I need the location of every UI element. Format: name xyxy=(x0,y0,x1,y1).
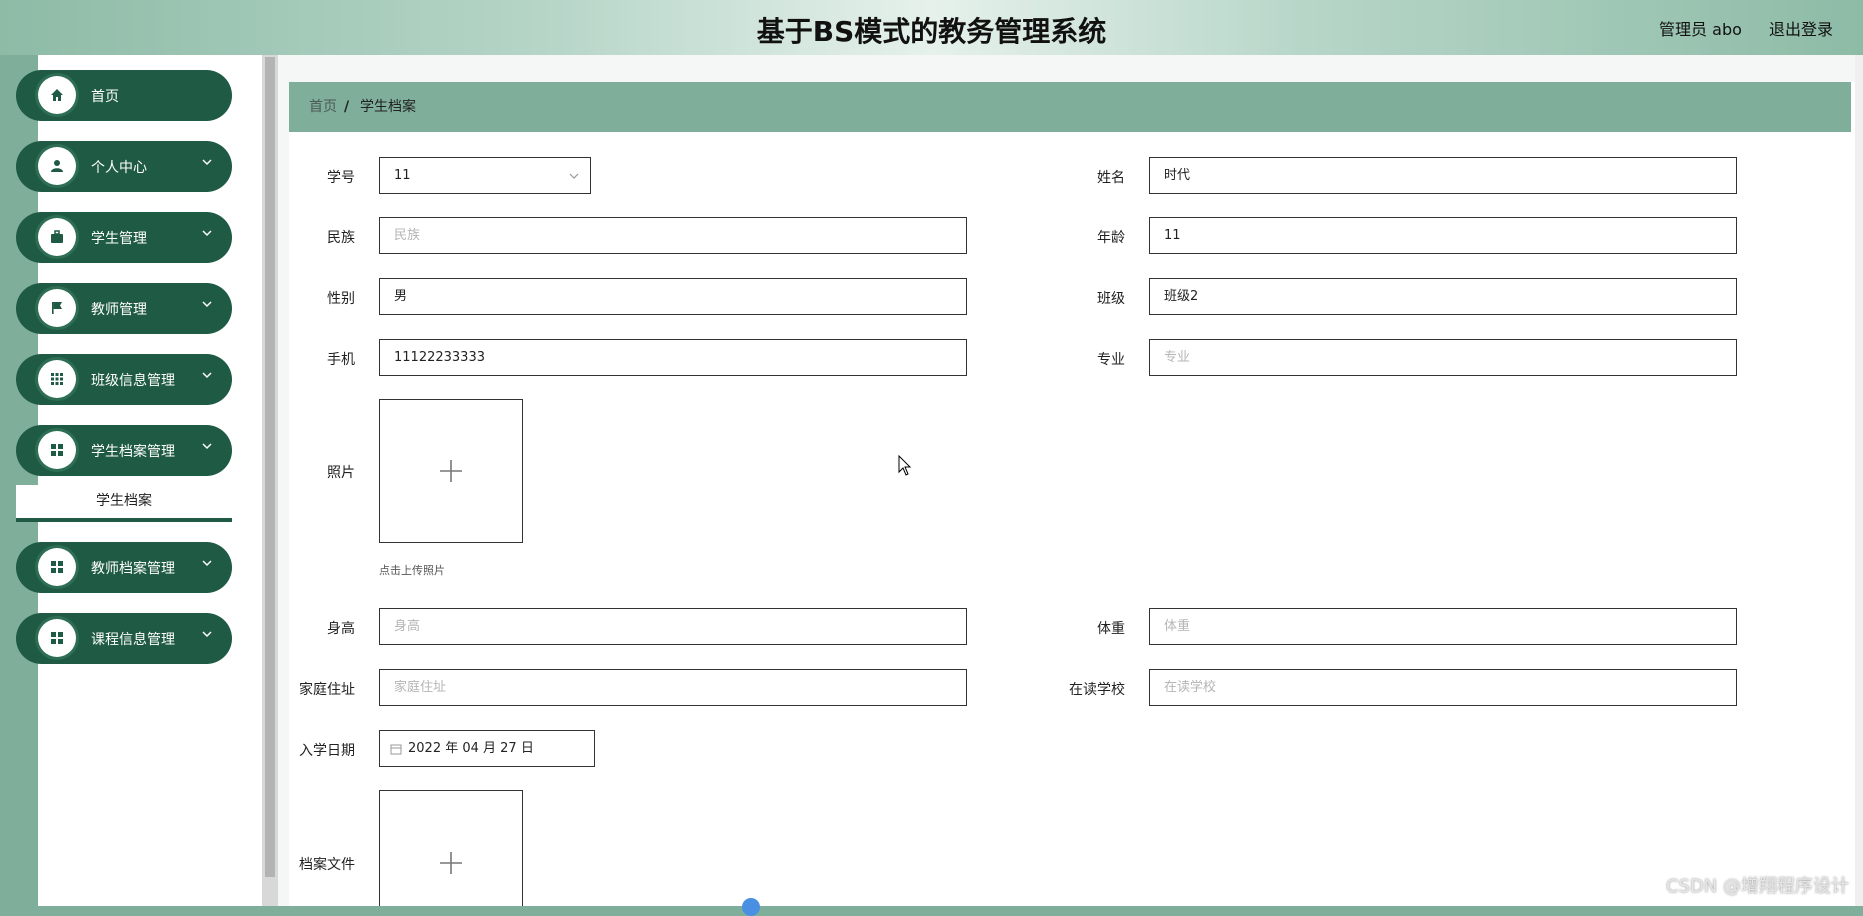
chevron-down-icon xyxy=(202,230,212,237)
chevron-down-icon xyxy=(202,301,212,308)
name-field[interactable] xyxy=(1149,157,1737,194)
sidebar-item-label: 班级信息管理 xyxy=(91,373,175,389)
current-user-label: 管理员 abo xyxy=(1659,20,1742,39)
app-title: 基于BS模式的教务管理系统 xyxy=(756,15,1107,48)
major-label: 专业 xyxy=(1097,352,1125,368)
student-id-value: 11 xyxy=(394,168,411,183)
sidebar-item-label: 学生档案管理 xyxy=(91,444,175,460)
age-label: 年龄 xyxy=(1097,230,1125,246)
enroll-date-picker[interactable]: 2022 年 04 月 27 日 xyxy=(379,730,595,767)
sidebar-item-class-info-management[interactable]: 班级信息管理 xyxy=(16,354,232,405)
class-input[interactable] xyxy=(1164,287,1736,302)
submenu-item-student-archive[interactable]: 学生档案 xyxy=(16,485,232,522)
age-field[interactable] xyxy=(1149,217,1737,254)
height-input[interactable] xyxy=(394,619,966,634)
school-label: 在读学校 xyxy=(1069,682,1125,698)
content-panel: 首页 / 学生档案 学号 11 姓名 民族 年龄 性别 班级 xyxy=(289,82,1857,906)
gender-field[interactable] xyxy=(379,278,967,315)
weight-label: 体重 xyxy=(1097,621,1125,637)
sidebar-item-personal-center[interactable]: 个人中心 xyxy=(16,141,232,192)
breadcrumb-separator: / xyxy=(344,99,350,115)
major-field[interactable] xyxy=(1149,339,1737,376)
weight-field[interactable] xyxy=(1149,608,1737,645)
sidebar-item-teacher-management[interactable]: 教师管理 xyxy=(16,283,232,334)
class-label: 班级 xyxy=(1097,291,1125,307)
weight-input[interactable] xyxy=(1164,619,1736,634)
photo-upload-box[interactable] xyxy=(379,399,523,543)
header-user-area: 管理员 abo 退出登录 xyxy=(1637,16,1833,40)
chevron-down-icon xyxy=(202,159,212,166)
sidebar-item-course-info-management[interactable]: 课程信息管理 xyxy=(16,613,232,664)
sidebar-item-label: 首页 xyxy=(91,89,119,105)
sidebar-item-label: 课程信息管理 xyxy=(91,632,175,648)
photo-label: 照片 xyxy=(327,465,355,481)
school-field[interactable] xyxy=(1149,669,1737,706)
page-scrollbar[interactable] xyxy=(1855,55,1863,906)
address-field[interactable] xyxy=(379,669,967,706)
student-id-label: 学号 xyxy=(327,170,355,186)
student-id-select[interactable]: 11 xyxy=(379,157,591,194)
logout-button[interactable]: 退出登录 xyxy=(1769,20,1833,39)
floating-dot-icon xyxy=(742,898,760,916)
enroll-date-label: 入学日期 xyxy=(299,743,355,759)
address-label: 家庭住址 xyxy=(299,682,355,698)
class-field[interactable] xyxy=(1149,278,1737,315)
chevron-down-icon xyxy=(202,631,212,638)
mouse-cursor-icon xyxy=(898,455,912,476)
sidebar-menu: 首页 个人中心 学生管理 教师管理 班级信息管理 学生档案管理 学生档案 教师档… xyxy=(16,70,232,684)
apps-icon xyxy=(38,548,76,586)
school-input[interactable] xyxy=(1164,680,1736,695)
enroll-date-value: 2022 年 04 月 27 日 xyxy=(408,741,534,756)
chevron-down-icon xyxy=(202,443,212,450)
chevron-down-icon xyxy=(202,560,212,567)
name-label: 姓名 xyxy=(1097,170,1125,186)
ethnicity-label: 民族 xyxy=(327,230,355,246)
breadcrumb-current: 学生档案 xyxy=(360,99,416,115)
phone-input[interactable] xyxy=(394,350,966,365)
archive-file-label: 档案文件 xyxy=(299,857,355,873)
name-input[interactable] xyxy=(1164,166,1736,181)
gender-label: 性别 xyxy=(327,291,355,307)
sidebar-item-label: 教师档案管理 xyxy=(91,561,175,577)
plus-icon xyxy=(440,460,462,482)
photo-upload-hint: 点击上传照片 xyxy=(379,564,445,577)
ethnicity-field[interactable] xyxy=(379,217,967,254)
sidebar-item-student-archive-management[interactable]: 学生档案管理 xyxy=(16,425,232,476)
apps-icon xyxy=(38,619,76,657)
sidebar-item-label: 学生管理 xyxy=(91,231,147,247)
chevron-down-icon xyxy=(569,173,579,179)
watermark-text: CSDN @增翔程序设计 xyxy=(1665,876,1849,897)
top-header: 基于BS模式的教务管理系统 管理员 abo 退出登录 xyxy=(0,0,1863,55)
user-icon xyxy=(38,147,76,185)
sidebar-item-label: 教师管理 xyxy=(91,302,147,318)
address-input[interactable] xyxy=(394,680,966,695)
flag-icon xyxy=(38,289,76,327)
breadcrumb: 首页 / 学生档案 xyxy=(289,82,1851,132)
calendar-icon xyxy=(390,744,402,755)
chevron-down-icon xyxy=(202,372,212,379)
sidebar-item-label: 个人中心 xyxy=(91,160,147,176)
phone-label: 手机 xyxy=(327,352,355,368)
briefcase-icon xyxy=(38,218,76,256)
plus-icon xyxy=(440,852,462,874)
age-input[interactable] xyxy=(1164,228,1736,243)
height-field[interactable] xyxy=(379,608,967,645)
ethnicity-input[interactable] xyxy=(394,228,966,243)
sidebar-item-student-management[interactable]: 学生管理 xyxy=(16,212,232,263)
gender-input[interactable] xyxy=(394,287,966,302)
height-label: 身高 xyxy=(327,621,355,637)
grid-icon xyxy=(38,360,76,398)
archive-file-upload-box[interactable] xyxy=(379,790,523,906)
phone-field[interactable] xyxy=(379,339,967,376)
breadcrumb-home-link[interactable]: 首页 xyxy=(309,82,337,132)
sidebar-item-home[interactable]: 首页 xyxy=(16,70,232,121)
main-area: 首页 / 学生档案 学号 11 姓名 民族 年龄 性别 班级 xyxy=(278,55,1863,906)
home-icon xyxy=(38,76,76,114)
apps-icon xyxy=(38,431,76,469)
major-input[interactable] xyxy=(1164,350,1736,365)
sidebar-item-teacher-archive-management[interactable]: 教师档案管理 xyxy=(16,542,232,593)
